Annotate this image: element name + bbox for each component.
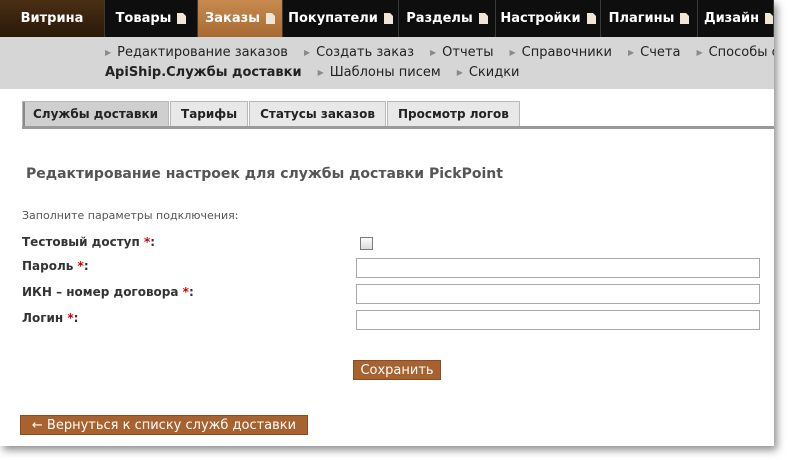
document-icon[interactable] [265,13,275,24]
submenu-item-label: Справочники [521,45,612,60]
ikn-input[interactable] [356,284,760,304]
nav-item-storefront[interactable]: Витрина [0,0,105,37]
nav-item-label: Дизайн [704,11,760,26]
nav-item-orders[interactable]: Заказы [198,0,283,37]
app-window: Витрина Товары Заказы Покупатели Разделы… [0,0,774,446]
document-icon[interactable] [478,13,488,24]
submenu-item-label: Способы оп [708,45,774,60]
tab-order-statuses[interactable]: Статусы заказов [249,101,386,126]
submenu-row: ▶ Редактирование заказов ▶ Создать заказ… [105,45,774,60]
nav-item-settings[interactable]: Настройки [496,0,601,37]
label-colon: : [73,311,79,325]
arrow-right-icon: ▶ [627,48,635,57]
submenu-item-label: Счета [640,45,681,60]
label-colon: : [150,235,156,249]
save-button[interactable]: Сохранить [353,360,441,380]
nav-item-products[interactable]: Товары [105,0,198,37]
submenu-row: ApiShip.Службы доставки ▶ Шаблоны писем … [105,65,536,80]
submenu-item-create-order[interactable]: ▶ Создать заказ [304,45,414,60]
field-label-text: ИКН – номер договора [22,285,179,299]
arrow-right-icon: ▶ [696,48,703,57]
arrow-right-icon: ▶ [509,48,516,57]
submenu-item-label: Шаблоны писем [329,65,441,80]
label-colon: : [188,285,194,299]
submenu-item-edit-orders[interactable]: ▶ Редактирование заказов [105,45,288,60]
submenu-item-reports[interactable]: ▶ Отчеты [430,45,493,60]
arrow-right-icon: ▶ [317,68,324,77]
nav-item-customers[interactable]: Покупатели [283,0,399,37]
connection-hint: Заполните параметры подключения: [22,209,239,222]
document-icon[interactable] [177,13,187,24]
nav-item-design[interactable]: Дизайн [698,0,774,37]
tab-delivery-services[interactable]: Службы доставки [22,101,170,126]
arrow-right-icon: ▶ [303,48,311,57]
page-title: Редактирование настроек для службы доста… [26,166,503,182]
tab-tariffs[interactable]: Тарифы [170,101,249,126]
document-icon[interactable] [680,13,690,24]
submenu-item-label: ApiShip.Службы доставки [105,65,302,80]
submenu-item-references[interactable]: ▶ Справочники [509,45,612,60]
submenu-item-invoices[interactable]: ▶ Счета [628,45,680,60]
login-input[interactable] [356,310,760,330]
nav-item-label: Разделы [406,11,473,26]
password-label: Пароль *: [22,259,89,273]
tab-label: Статусы заказов [260,107,375,121]
password-input[interactable] [356,258,760,278]
nav-item-plugins[interactable]: Плагины [601,0,698,37]
nav-item-label: Настройки [500,11,581,26]
document-icon[interactable] [586,13,596,24]
ikn-label: ИКН – номер договора *: [22,285,194,299]
tab-label: Службы доставки [33,107,159,121]
submenu-item-apiship[interactable]: ApiShip.Службы доставки [105,65,302,80]
submenu-item-discounts[interactable]: ▶ Скидки [457,65,520,80]
field-label-text: Логин [22,311,64,325]
arrow-right-icon: ▶ [105,48,112,57]
nav-item-label: Покупатели [288,11,378,26]
nav-item-label: Заказы [205,11,260,26]
submenu-item-label: Редактирование заказов [117,45,288,60]
field-label-text: Тестовый доступ [22,235,140,249]
field-label-text: Пароль [22,259,74,273]
submenu-item-label: Скидки [468,65,520,80]
document-icon[interactable] [765,13,773,24]
login-label: Логин *: [22,311,78,325]
label-colon: : [83,259,89,273]
document-icon[interactable] [383,13,393,24]
arrow-right-icon: ▶ [456,68,463,77]
submenu-item-label: Отчеты [442,45,494,60]
nav-item-label: Товары [115,11,172,26]
arrow-right-icon: ▶ [430,48,437,57]
submenu-item-payment-methods[interactable]: ▶ Способы оп [696,45,774,60]
test-access-checkbox[interactable] [360,237,373,250]
submenu-item-label: Создать заказ [316,45,414,60]
nav-item-sections[interactable]: Разделы [399,0,496,37]
tab-bar: Службы доставки Тарифы Статусы заказов П… [22,101,774,129]
orders-submenu: ▶ Редактирование заказов ▶ Создать заказ… [0,37,774,89]
nav-item-label: Плагины [608,11,675,26]
back-to-list-button[interactable]: ← Вернуться к списку служб доставки [20,415,308,435]
tab-view-logs[interactable]: Просмотр логов [386,101,520,126]
test-access-label: Тестовый доступ *: [22,235,155,249]
tab-label: Просмотр логов [397,107,509,121]
submenu-item-email-templates[interactable]: ▶ Шаблоны писем [318,65,441,80]
tab-label: Тарифы [181,107,238,121]
nav-item-label: Витрина [20,11,84,26]
top-nav: Витрина Товары Заказы Покупатели Разделы… [0,0,774,37]
